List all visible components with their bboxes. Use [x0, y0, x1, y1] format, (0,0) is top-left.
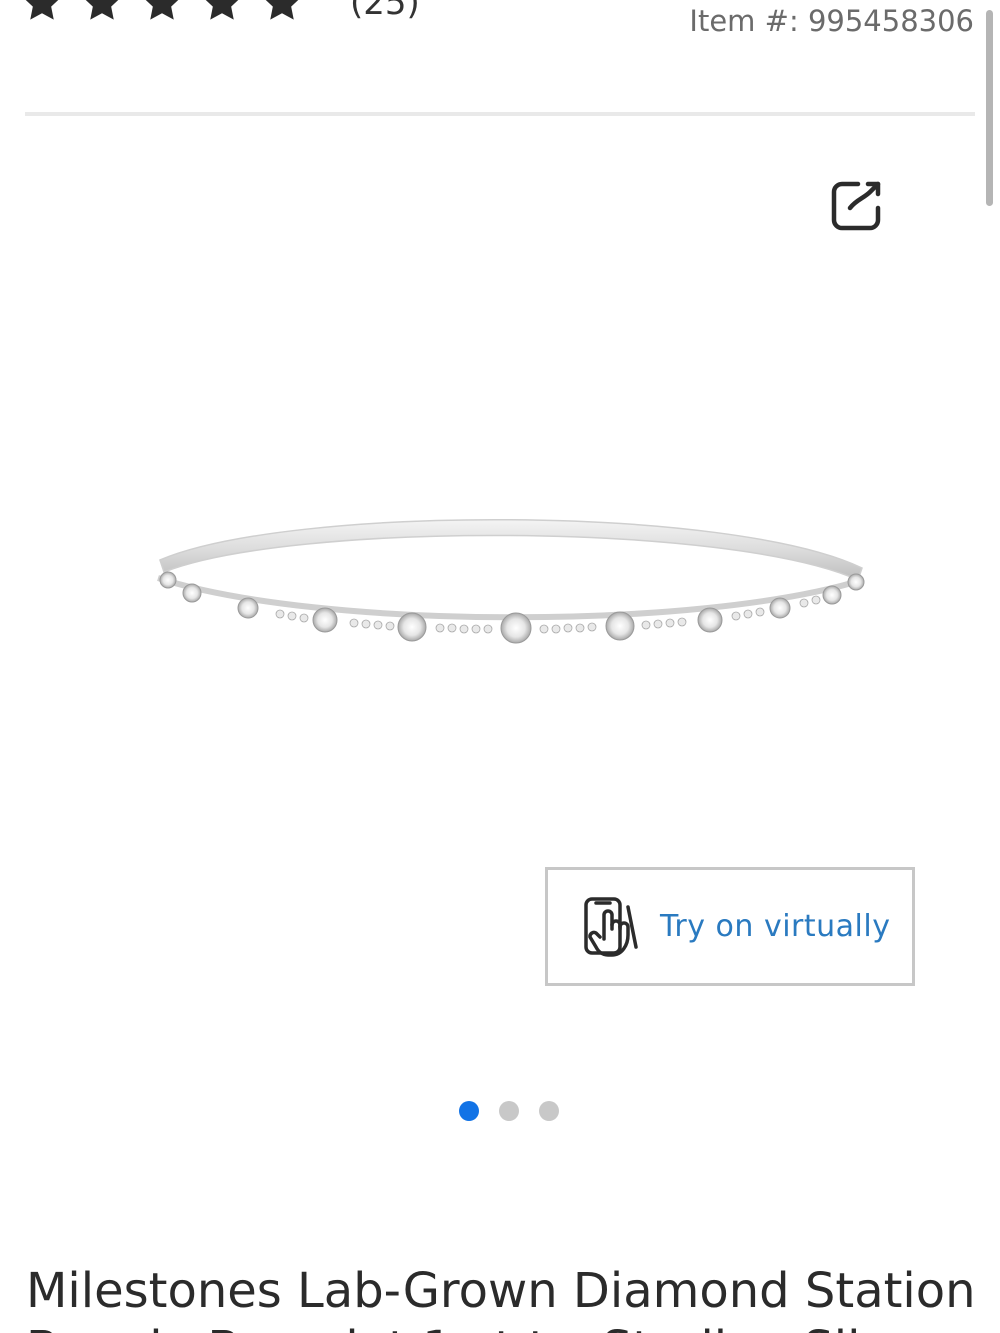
star-icon: [80, 0, 124, 25]
star-icon: [140, 0, 184, 25]
product-title: Milestones Lab-Grown Diamond Station Ban…: [26, 1263, 976, 1333]
carousel-pagination: [459, 1101, 559, 1121]
carousel-dot-3[interactable]: [539, 1101, 559, 1121]
hand-phone-icon: [580, 895, 642, 959]
try-on-label: Try on virtually: [660, 909, 891, 944]
rating-row[interactable]: (25): [20, 0, 420, 28]
share-icon[interactable]: [828, 178, 884, 234]
try-on-virtually-button[interactable]: Try on virtually: [545, 867, 915, 986]
star-icon: [260, 0, 304, 25]
product-image[interactable]: [140, 480, 880, 680]
item-number: Item #: 995458306: [689, 4, 974, 38]
star-icon: [200, 0, 244, 25]
star-rating: [20, 0, 304, 25]
carousel-dot-2[interactable]: [499, 1101, 519, 1121]
scrollbar[interactable]: [986, 10, 993, 206]
star-icon: [20, 0, 64, 25]
divider: [25, 112, 975, 116]
product-page: (25) Item #: 995458306 Try on virtually …: [0, 0, 1000, 1333]
review-count[interactable]: (25): [350, 0, 420, 23]
carousel-dot-1[interactable]: [459, 1101, 479, 1121]
